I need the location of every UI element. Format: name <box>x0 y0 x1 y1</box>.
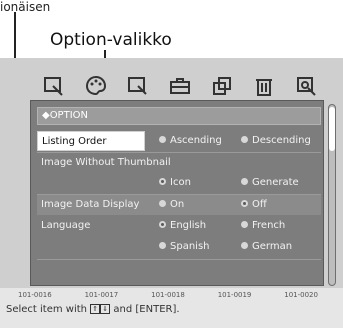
option-generate[interactable]: Generate <box>241 177 299 188</box>
option-row-language-2[interactable]: Spanish German <box>37 237 321 257</box>
down-arrow-key-icon: ⇓ <box>100 304 111 314</box>
trash-icon[interactable] <box>250 72 278 100</box>
option-german-label: German <box>252 241 293 252</box>
radio-selected-icon <box>159 220 166 228</box>
option-row-image-data-display[interactable]: Image Data Display On Off <box>37 195 321 215</box>
option-descending[interactable]: Descending <box>241 135 311 146</box>
option-row-image-without-thumbnail[interactable]: Image Without Thumbnail <box>37 153 321 173</box>
option-french[interactable]: French <box>241 220 285 231</box>
thumbnail-labels: 101-0016 101-0017 101-0018 101-0019 101-… <box>18 291 318 299</box>
radio-selected-icon <box>159 177 166 185</box>
radio-dot-icon <box>159 199 166 207</box>
radio-dot-icon <box>241 135 248 143</box>
option-off[interactable]: Off <box>241 199 267 210</box>
option-row-language[interactable]: Language English French <box>37 216 321 236</box>
radio-selected-icon <box>241 199 248 207</box>
option-spanish-label: Spanish <box>170 241 210 252</box>
option-menu-header: ◆OPTION <box>37 107 321 125</box>
option-spanish[interactable]: Spanish <box>159 241 210 252</box>
radio-dot-icon <box>159 135 166 143</box>
option-row-listing-order[interactable]: Listing Order Ascending Descending <box>37 131 321 151</box>
callout-title: Option-valikko <box>50 30 172 50</box>
option-ascending[interactable]: Ascending <box>159 135 222 146</box>
option-english-label: English <box>170 220 207 231</box>
thumbnail-label: 101-0016 <box>18 291 52 299</box>
option-on[interactable]: On <box>159 199 184 210</box>
toolbar <box>30 70 330 102</box>
thumbnail-label: 101-0020 <box>284 291 318 299</box>
option-icon[interactable]: Icon <box>159 177 191 188</box>
palette-icon[interactable] <box>82 72 110 100</box>
option-french-label: French <box>252 220 286 231</box>
option-row-thumbnail-choice[interactable]: Icon Generate <box>37 173 321 193</box>
radio-dot-icon <box>241 177 248 185</box>
help-hint: Select item with ⇑ ⇓ and [ENTER]. <box>6 304 180 315</box>
image-without-thumbnail-label: Image Without Thumbnail <box>41 157 171 168</box>
radio-dot-icon <box>241 220 248 228</box>
hint-prefix: Select item with <box>6 304 88 315</box>
option-english[interactable]: English <box>159 220 206 231</box>
radio-dot-icon <box>159 241 166 249</box>
scrollbar-thumb[interactable] <box>329 107 335 151</box>
image-data-display-label: Image Data Display <box>41 199 140 210</box>
listing-order-label[interactable]: Listing Order <box>37 131 145 151</box>
up-arrow-key-icon: ⇑ <box>90 304 101 314</box>
option-on-label: On <box>170 199 185 210</box>
scrollbar[interactable] <box>328 104 336 286</box>
option-descending-label: Descending <box>252 135 311 146</box>
option-generate-label: Generate <box>252 177 299 188</box>
callout-top-label: ionäisen <box>0 0 51 14</box>
option-off-label: Off <box>252 199 267 210</box>
option-menu-panel: ◆OPTION Listing Order Ascending Descendi… <box>30 100 324 286</box>
thumbnail-label: 101-0019 <box>217 291 252 299</box>
radio-dot-icon <box>241 241 248 249</box>
option-icon-label: Icon <box>170 177 191 188</box>
option-german[interactable]: German <box>241 241 292 252</box>
view-mode-icon[interactable] <box>40 72 68 100</box>
zoom-icon[interactable] <box>292 72 320 100</box>
search-icon[interactable] <box>124 72 152 100</box>
option-ascending-label: Ascending <box>170 135 222 146</box>
language-label: Language <box>41 220 91 231</box>
toolbox-icon[interactable] <box>166 72 194 100</box>
row-divider <box>37 259 321 260</box>
copy-icon[interactable] <box>208 72 236 100</box>
thumbnail-label: 101-0017 <box>84 291 119 299</box>
hint-suffix: and [ENTER]. <box>113 304 180 315</box>
thumbnail-label: 101-0018 <box>151 291 185 299</box>
